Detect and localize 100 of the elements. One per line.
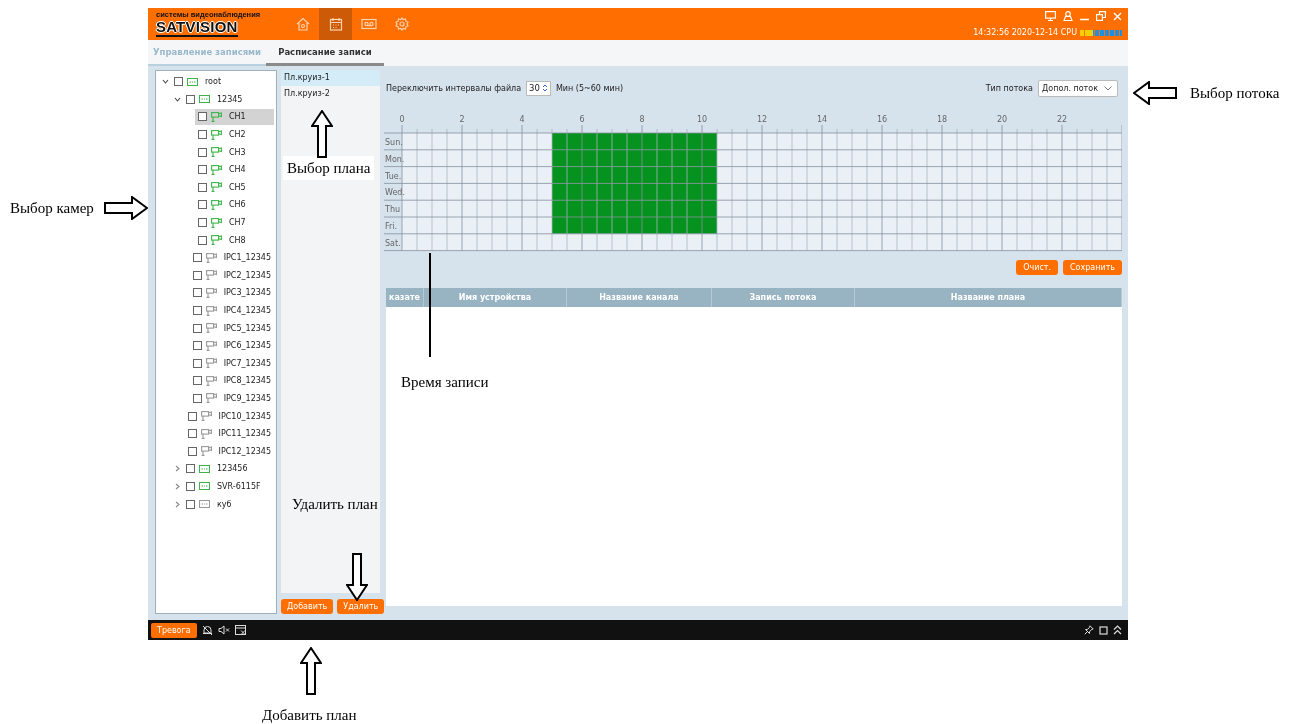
checkbox[interactable]: [198, 218, 207, 228]
day-label: Sun.: [385, 138, 403, 147]
checkbox[interactable]: [198, 235, 207, 245]
column-header: Название канала: [566, 288, 712, 307]
annotation-label: Выбор потока: [1190, 84, 1280, 102]
checkbox[interactable]: [187, 446, 197, 456]
checkbox[interactable]: [198, 147, 207, 157]
tree-item[interactable]: IPC7_12345: [189, 355, 274, 372]
checkbox[interactable]: [186, 464, 195, 474]
checkbox[interactable]: [186, 94, 195, 104]
schedule-grid[interactable]: 0 2 4 6 8 10 12 14 16 18 20 22 Sun. Mon. Tue. Wed. Thu Fri. Sat.: [384, 113, 1122, 253]
tree-item[interactable]: IPC6_12345: [189, 337, 274, 354]
tree-item[interactable]: IPC12_12345: [184, 443, 274, 460]
restore-icon[interactable]: [1096, 11, 1106, 21]
day-label: Sat.: [385, 238, 401, 248]
day-label: Fri.: [385, 222, 398, 231]
checkbox[interactable]: [192, 323, 202, 333]
hour-label: 18: [936, 115, 948, 124]
hour-label: 16: [876, 115, 888, 124]
spinner-arrows-icon[interactable]: [541, 83, 548, 93]
caret-icon[interactable]: [161, 78, 169, 86]
tree-item[interactable]: IPC1_12345: [189, 249, 274, 266]
tree-item[interactable]: root: [171, 73, 274, 90]
checkbox[interactable]: [187, 429, 197, 439]
tree-item[interactable]: CH6: [195, 196, 274, 213]
day-label: Thu: [385, 205, 401, 215]
tree-item[interactable]: IPC8_12345: [189, 372, 274, 389]
tape-icon[interactable]: [360, 17, 377, 31]
checkbox[interactable]: [192, 253, 202, 263]
calendar-icon[interactable]: [328, 17, 343, 31]
tree-item[interactable]: 12345: [183, 91, 274, 108]
annotation-label: Выбор плана: [283, 156, 375, 180]
plan-item[interactable]: Пл.круиз-2: [281, 86, 380, 102]
window-close-icon[interactable]: [234, 624, 247, 636]
tree-item[interactable]: IPC4_12345: [189, 302, 274, 319]
caret-icon[interactable]: [173, 465, 181, 473]
square-icon[interactable]: [1099, 625, 1108, 635]
checkbox[interactable]: [192, 288, 202, 298]
checkbox[interactable]: [192, 270, 202, 280]
pin-icon[interactable]: [1084, 625, 1094, 635]
caret-icon[interactable]: [173, 482, 181, 490]
hour-label: 20: [996, 115, 1008, 124]
checkbox[interactable]: [186, 499, 195, 509]
checkbox[interactable]: [198, 200, 207, 210]
plan-item[interactable]: Пл.круиз-1: [281, 70, 380, 86]
checkbox[interactable]: [198, 130, 207, 140]
tree-item[interactable]: SVR-6115F: [183, 478, 274, 495]
tree-item[interactable]: CH3: [195, 144, 274, 161]
hour-label: 22: [1056, 115, 1068, 124]
settings-icon[interactable]: [394, 17, 409, 31]
checkbox[interactable]: [174, 77, 183, 87]
hour-label: 8: [639, 115, 645, 124]
day-label: Tue.: [385, 171, 402, 181]
tree-item[interactable]: IPC3_12345: [189, 284, 274, 301]
checkbox[interactable]: [198, 165, 207, 175]
arrow-icon: [1133, 81, 1177, 105]
annotation-label: Удалить план: [292, 495, 378, 513]
monitor-icon[interactable]: [1045, 11, 1056, 21]
bell-off-icon[interactable]: [201, 624, 213, 636]
hour-label: 12: [756, 115, 768, 124]
checkbox[interactable]: [192, 358, 202, 368]
annotation-label: Добавить план: [262, 706, 357, 724]
checkbox[interactable]: [186, 481, 195, 491]
day-label: Mon.: [385, 154, 405, 164]
tree-item[interactable]: IPC5_12345: [189, 320, 274, 337]
interval-spinbox[interactable]: 30: [526, 80, 551, 96]
tree-item[interactable]: IPC9_12345: [189, 390, 274, 407]
tree-item[interactable]: CH2: [195, 126, 274, 143]
caret-icon[interactable]: [173, 500, 181, 508]
tree-item[interactable]: CH5: [195, 179, 274, 196]
tree-item[interactable]: CH1: [195, 109, 274, 125]
chevron-down-icon[interactable]: [1104, 85, 1112, 91]
tree-item[interactable]: IPC10_12345: [184, 408, 274, 425]
checkbox[interactable]: [198, 112, 207, 122]
checkbox[interactable]: [192, 376, 202, 386]
caret-icon[interactable]: [173, 95, 181, 103]
tree-item[interactable]: CH4: [195, 161, 274, 178]
interval-label: Переключить интервалы файла: [386, 83, 522, 93]
user-icon[interactable]: [1063, 11, 1073, 21]
checkbox[interactable]: [187, 411, 197, 421]
hour-label: 2: [459, 115, 465, 124]
checkbox[interactable]: [192, 394, 202, 403]
close-icon[interactable]: [1113, 11, 1122, 21]
mute-icon[interactable]: [217, 625, 230, 635]
chevron-up-icon[interactable]: [1113, 625, 1122, 635]
arrow-icon: [104, 196, 148, 220]
tree-item[interactable]: куб: [183, 496, 274, 513]
tree-item[interactable]: IPC11_12345: [184, 425, 274, 442]
stream-type-dropdown[interactable]: Допол. поток: [1038, 79, 1118, 97]
checkbox[interactable]: [198, 182, 207, 192]
schedule-nav-button[interactable]: [319, 8, 353, 40]
annotation-label: Время записи: [401, 373, 489, 391]
tree-item[interactable]: CH7: [195, 214, 274, 231]
home-icon[interactable]: [295, 17, 310, 31]
checkbox[interactable]: [192, 306, 202, 315]
checkbox[interactable]: [192, 341, 202, 351]
tree-item[interactable]: IPC2_12345: [189, 267, 274, 284]
hour-label: 10: [696, 115, 708, 124]
tree-item[interactable]: 123456: [183, 460, 274, 477]
tree-item[interactable]: CH8: [195, 232, 274, 249]
